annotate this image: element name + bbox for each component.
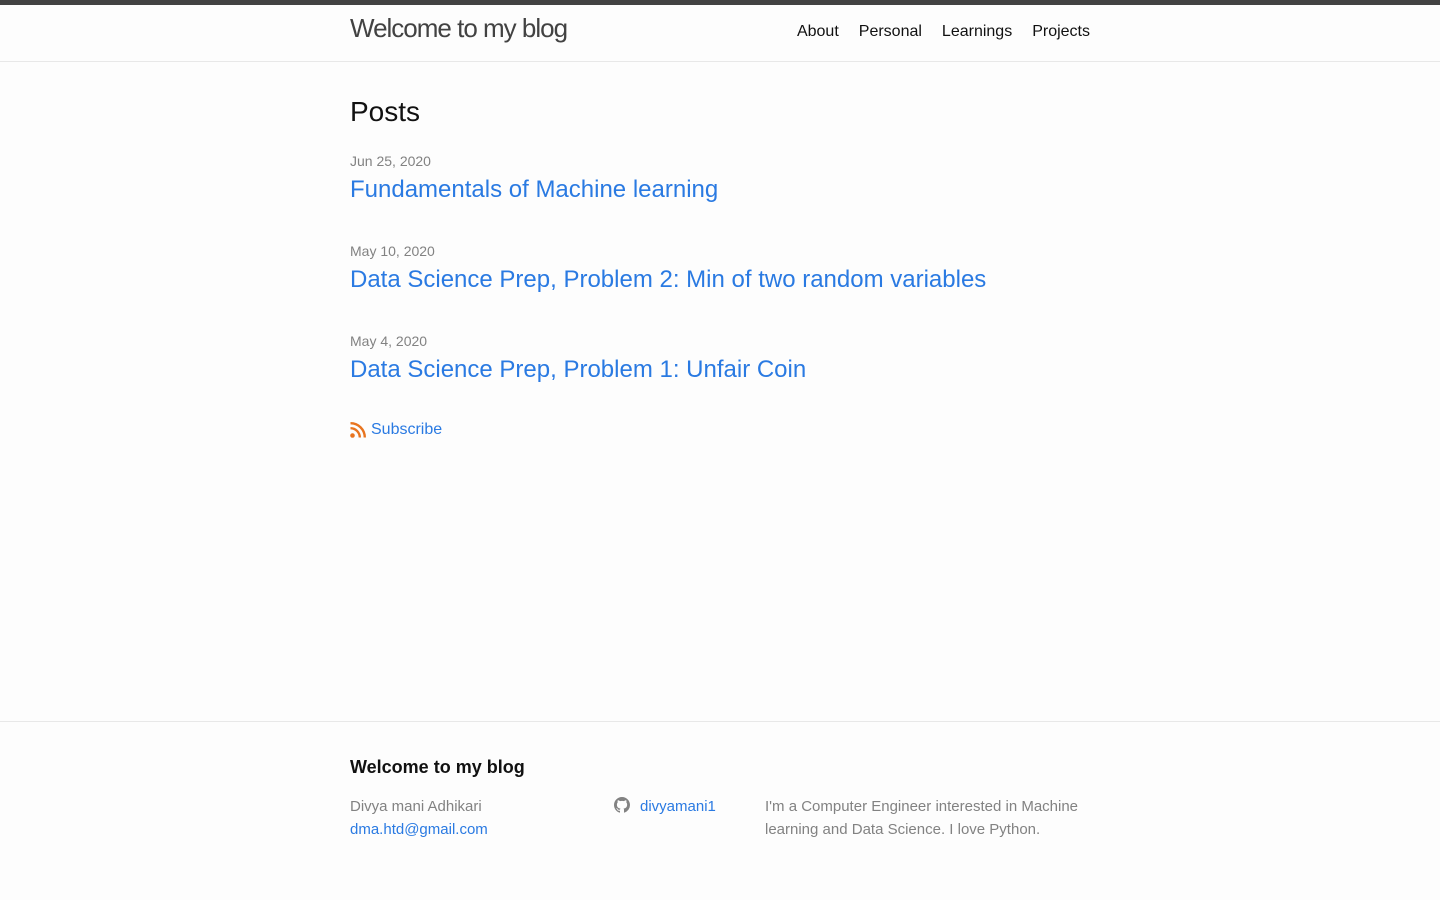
github-username-link[interactable]: divyamani1 [640, 795, 716, 818]
nav-link-projects[interactable]: Projects [1032, 21, 1090, 43]
post-date: Jun 25, 2020 [350, 153, 431, 169]
post-title-link[interactable]: Data Science Prep, Problem 1: Unfair Coi… [350, 355, 806, 385]
footer-social: divyamani1 [614, 795, 716, 818]
site-header: Welcome to my blog About Personal Learni… [0, 0, 1440, 62]
subscribe-link[interactable]: Subscribe [371, 420, 442, 440]
rss-subscribe: Subscribe [350, 420, 442, 440]
footer-heading: Welcome to my blog [350, 757, 525, 777]
post-date: May 10, 2020 [350, 243, 435, 259]
github-icon[interactable] [614, 797, 630, 813]
post-date: May 4, 2020 [350, 333, 428, 349]
site-description: I'm a Computer Engineer interested in Ma… [765, 798, 1079, 838]
site-title[interactable]: Welcome to my blog [350, 9, 568, 47]
post-title-link[interactable]: Data Science Prep, Problem 2: Min of two… [350, 265, 986, 295]
author-name: Divya mani Adhikari [350, 798, 482, 815]
rss-icon[interactable] [350, 422, 366, 438]
footer-contact: Divya mani Adhikari dma.htd@gmail.com [350, 795, 488, 841]
page-heading: Posts [350, 96, 421, 127]
nav-link-personal[interactable]: Personal [859, 21, 922, 43]
site-nav: About Personal Learnings Projects [797, 21, 1090, 43]
nav-link-learnings[interactable]: Learnings [942, 21, 1012, 43]
nav-link-about[interactable]: About [797, 21, 839, 43]
site-footer: Welcome to my blog Divya mani Adhikari d… [0, 721, 1440, 900]
email-link[interactable]: dma.htd@gmail.com [350, 821, 488, 838]
post-title-link[interactable]: Fundamentals of Machine learning [350, 175, 718, 205]
